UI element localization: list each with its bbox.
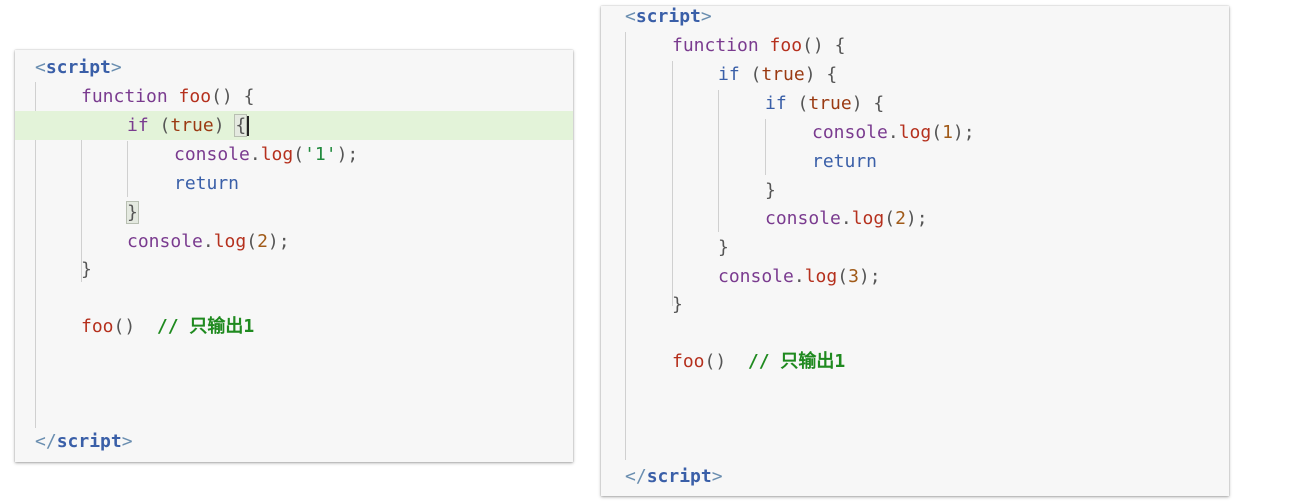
code-line[interactable]: console.log(3);: [601, 262, 1229, 291]
code-line[interactable]: if (true) {: [601, 89, 1229, 118]
code-line[interactable]: if (true) {: [601, 60, 1229, 89]
code-line-current[interactable]: if (true) {: [15, 111, 573, 140]
code-line[interactable]: console.log('1');: [15, 140, 573, 169]
script-close-tag: script: [56, 431, 122, 452]
code-line[interactable]: return: [601, 147, 1229, 176]
number-literal: 1: [942, 122, 953, 143]
comment: // 只输出1: [156, 316, 255, 337]
code-line[interactable]: foo() // 只输出1: [601, 347, 1229, 376]
code-line[interactable]: }: [601, 233, 1229, 262]
comment: // 只输出1: [747, 351, 846, 372]
function-name: foo: [178, 86, 212, 107]
keyword-return: return: [812, 151, 878, 172]
code-line[interactable]: function foo() {: [601, 31, 1229, 60]
code-line[interactable]: console.log(2);: [601, 204, 1229, 233]
code-editor-left[interactable]: <script> function foo() { if (true) { co…: [15, 50, 573, 462]
text-cursor: [247, 116, 250, 136]
number-literal: 2: [257, 231, 268, 252]
keyword-function: function: [81, 86, 168, 107]
function-call: foo: [81, 316, 114, 337]
code-line[interactable]: console.log(1);: [601, 118, 1229, 147]
string-literal: '1': [304, 144, 337, 165]
code-line[interactable]: <script>: [15, 53, 573, 82]
code-line[interactable]: function foo() {: [15, 82, 573, 111]
code-line[interactable]: }: [601, 176, 1229, 205]
script-close-tag: script: [646, 466, 712, 487]
code-editor-right[interactable]: <script> function foo() { if (true) { if…: [601, 6, 1229, 496]
boolean-true: true: [170, 115, 214, 136]
code-line[interactable]: </script>: [601, 462, 1229, 491]
function-name: foo: [769, 35, 803, 56]
keyword-return: return: [174, 173, 240, 194]
code-line[interactable]: }: [15, 198, 573, 227]
keyword-if: if: [127, 115, 149, 136]
matched-brace: {: [234, 114, 248, 137]
matched-brace: }: [126, 201, 139, 224]
code-line[interactable]: }: [601, 290, 1229, 319]
function-call: foo: [672, 351, 705, 372]
code-line[interactable]: console.log(2);: [15, 227, 573, 256]
script-open-tag: script: [635, 6, 701, 27]
code-line[interactable]: return: [15, 169, 573, 198]
code-line[interactable]: <script>: [601, 2, 1229, 31]
keyword-function: function: [672, 35, 759, 56]
code-line[interactable]: foo() // 只输出1: [15, 312, 573, 341]
keyword-if: if: [718, 64, 740, 85]
code-line[interactable]: </script>: [15, 427, 573, 456]
script-open-tag: script: [45, 57, 111, 78]
keyword-if: if: [765, 93, 787, 114]
code-line[interactable]: }: [15, 255, 573, 284]
